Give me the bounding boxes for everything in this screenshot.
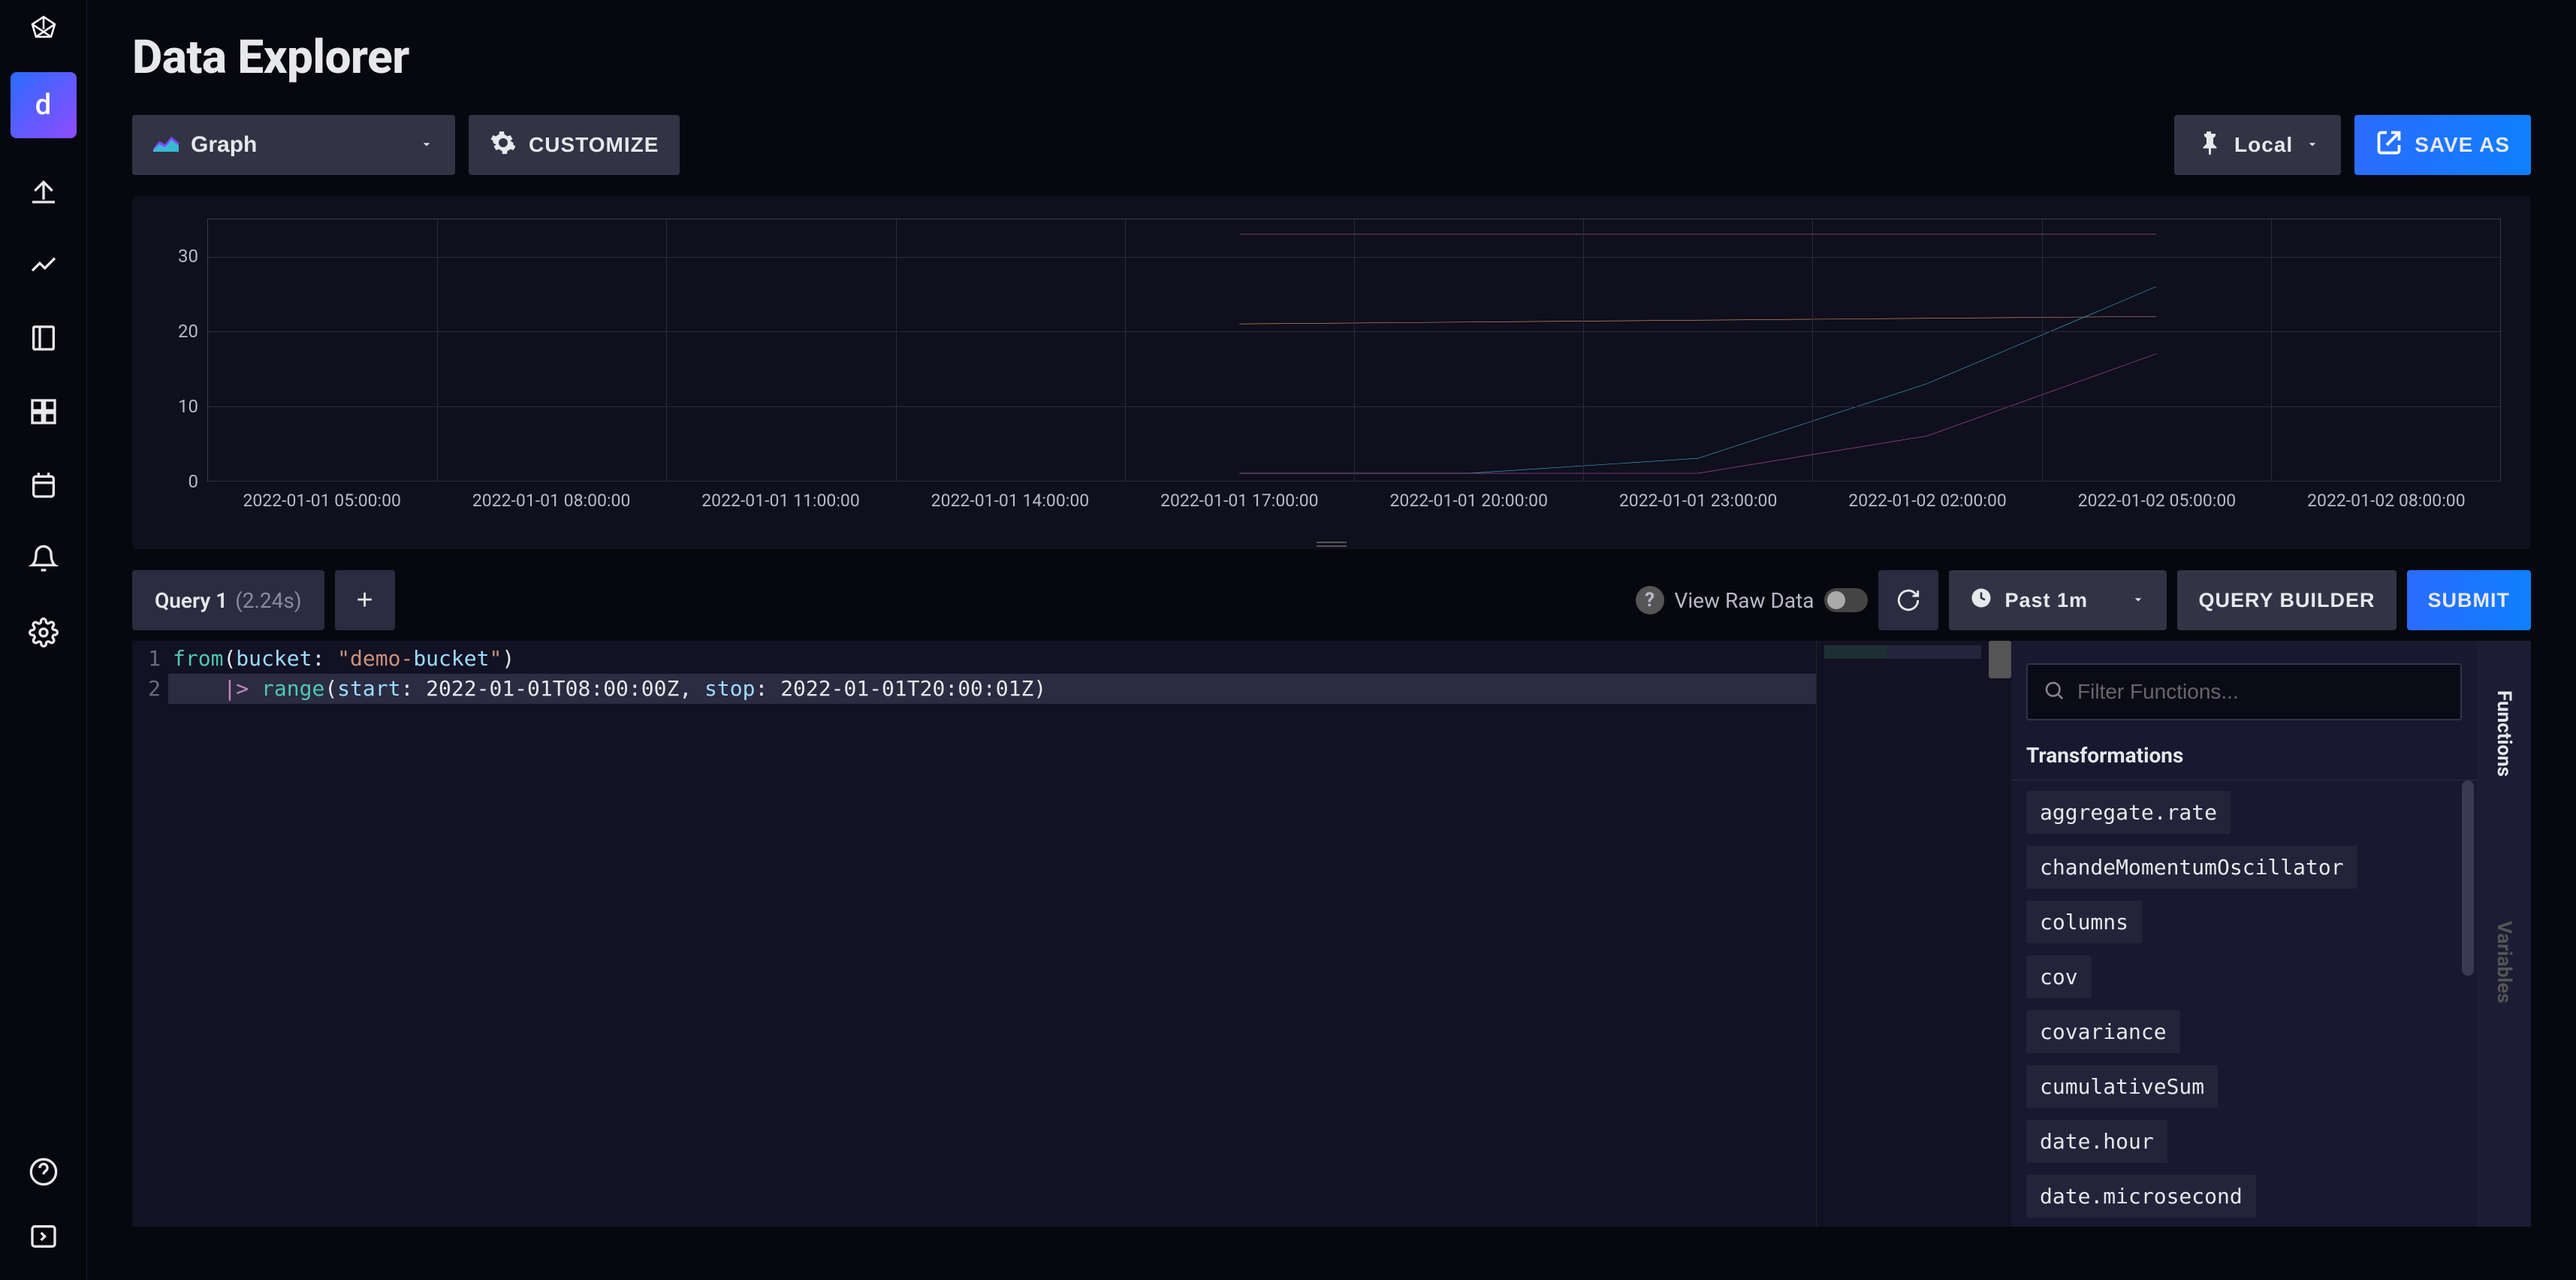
clock-icon xyxy=(1970,587,1992,614)
chart-plot[interactable]: 0102030 xyxy=(207,219,2501,482)
submit-button[interactable]: SUBMIT xyxy=(2407,570,2532,630)
timezone-label: Local xyxy=(2234,133,2293,157)
functions-search[interactable] xyxy=(2026,663,2462,720)
x-tick: 2022-01-01 05:00:00 xyxy=(207,491,436,511)
chevron-down-icon xyxy=(2305,133,2320,157)
raw-data-label: View Raw Data xyxy=(1675,588,1814,613)
function-item[interactable]: cov xyxy=(2026,955,2092,998)
x-tick: 2022-01-01 17:00:00 xyxy=(1125,491,1354,511)
chart-series xyxy=(1239,354,2156,473)
app-logo-icon[interactable] xyxy=(28,14,59,45)
functions-list: aggregate.rate chandeMomentumOscillator co… xyxy=(2011,780,2477,1227)
resize-handle[interactable] xyxy=(1317,542,1347,548)
query-tab-name: Query 1 xyxy=(155,588,228,613)
code-editor[interactable]: 12 from(bucket: "demo-bucket") |> range(… xyxy=(132,641,1816,1227)
x-tick: 2022-01-01 11:00:00 xyxy=(666,491,895,511)
functions-panel: Transformations aggregate.rate chandeMome… xyxy=(2011,641,2477,1227)
query-tab-duration: (2.24s) xyxy=(235,588,301,613)
save-as-label: SAVE AS xyxy=(2415,133,2510,157)
function-item[interactable]: date.hour xyxy=(2026,1120,2167,1163)
y-tick: 20 xyxy=(178,321,198,342)
load-data-icon[interactable] xyxy=(23,170,65,212)
query-builder-button[interactable]: QUERY BUILDER xyxy=(2177,570,2396,630)
rail-tab-variables[interactable]: Variables xyxy=(2493,894,2515,1031)
sidebar: d xyxy=(0,0,87,1280)
pin-icon xyxy=(2195,129,2222,162)
chart-series xyxy=(1239,316,2156,324)
customize-label: CUSTOMIZE xyxy=(529,133,659,157)
x-tick: 2022-01-02 05:00:00 xyxy=(2042,491,2271,511)
time-range-dropdown[interactable]: Past 1m xyxy=(1949,570,2167,630)
settings-icon[interactable] xyxy=(23,611,65,654)
search-icon xyxy=(2043,679,2065,705)
y-tick: 30 xyxy=(178,246,198,267)
side-rail: Functions Variables xyxy=(2477,641,2531,1227)
query-bar: Query 1 (2.24s) + ? View Raw Data Past 1… xyxy=(132,570,2531,630)
explore-icon[interactable] xyxy=(23,243,65,285)
x-tick: 2022-01-01 14:00:00 xyxy=(895,491,1124,511)
tasks-icon[interactable] xyxy=(23,464,65,506)
x-tick: 2022-01-01 08:00:00 xyxy=(436,491,665,511)
y-tick: 0 xyxy=(189,471,199,492)
help-icon[interactable] xyxy=(23,1151,65,1193)
function-item[interactable]: aggregate.rate xyxy=(2026,791,2231,834)
add-query-button[interactable]: + xyxy=(335,570,395,630)
query-tab[interactable]: Query 1 (2.24s) xyxy=(132,570,324,630)
dashboards-icon[interactable] xyxy=(23,391,65,433)
viz-toolbar: Graph CUSTOMIZE Local xyxy=(132,115,2531,175)
y-tick: 10 xyxy=(178,396,198,417)
view-raw-toggle[interactable]: ? View Raw Data xyxy=(1636,586,1869,614)
functions-filter-input[interactable] xyxy=(2077,680,2445,704)
timezone-dropdown[interactable]: Local xyxy=(2174,115,2341,175)
gear-icon xyxy=(490,129,517,162)
save-as-button[interactable]: SAVE AS xyxy=(2354,115,2531,175)
chevron-down-icon xyxy=(419,132,434,158)
function-item[interactable]: cumulativeSum xyxy=(2026,1065,2218,1108)
viz-type-label: Graph xyxy=(191,132,257,158)
chart-panel: 0102030 2022-01-01 05:00:002022-01-01 08… xyxy=(132,196,2531,549)
main: Data Explorer Graph CUSTOMIZE xyxy=(87,0,2576,1280)
chevron-down-icon xyxy=(2131,589,2146,612)
chart-series xyxy=(1239,286,2156,473)
toggle-switch[interactable] xyxy=(1824,588,1868,612)
x-tick: 2022-01-02 02:00:00 xyxy=(1813,491,2042,511)
code-line[interactable]: |> range(start: 2022-01-01T08:00:00Z, st… xyxy=(168,674,1816,704)
rail-tab-functions[interactable]: Functions xyxy=(2493,663,2515,804)
scrollbar-thumb[interactable] xyxy=(2462,780,2474,976)
graph-icon xyxy=(153,132,179,158)
alerts-icon[interactable] xyxy=(23,538,65,580)
x-tick: 2022-01-02 08:00:00 xyxy=(2272,491,2501,511)
time-range-label: Past 1m xyxy=(2004,589,2088,612)
viz-type-dropdown[interactable]: Graph xyxy=(132,115,455,175)
functions-section-label: Transformations xyxy=(2011,734,2477,780)
x-tick: 2022-01-01 20:00:00 xyxy=(1354,491,1583,511)
export-icon xyxy=(2375,129,2403,162)
function-item[interactable]: chandeMomentumOscillator xyxy=(2026,846,2357,889)
editor-row: 12 from(bucket: "demo-bucket") |> range(… xyxy=(132,641,2531,1227)
x-tick: 2022-01-01 23:00:00 xyxy=(1583,491,1812,511)
function-item[interactable]: date.microsecond xyxy=(2026,1175,2256,1218)
refresh-button[interactable] xyxy=(1878,570,1938,630)
function-item[interactable]: columns xyxy=(2026,901,2142,943)
minimap-scrubber[interactable] xyxy=(1989,641,2011,678)
page-title: Data Explorer xyxy=(132,30,2531,85)
notebooks-icon[interactable] xyxy=(23,317,65,359)
customize-button[interactable]: CUSTOMIZE xyxy=(469,115,680,175)
function-item[interactable]: covariance xyxy=(2026,1010,2180,1053)
org-switcher[interactable]: d xyxy=(11,72,77,138)
help-badge-icon: ? xyxy=(1636,586,1664,614)
code-minimap[interactable] xyxy=(1816,641,2011,1227)
collapse-icon[interactable] xyxy=(23,1215,65,1257)
code-line[interactable]: from(bucket: "demo-bucket") xyxy=(168,644,1816,674)
